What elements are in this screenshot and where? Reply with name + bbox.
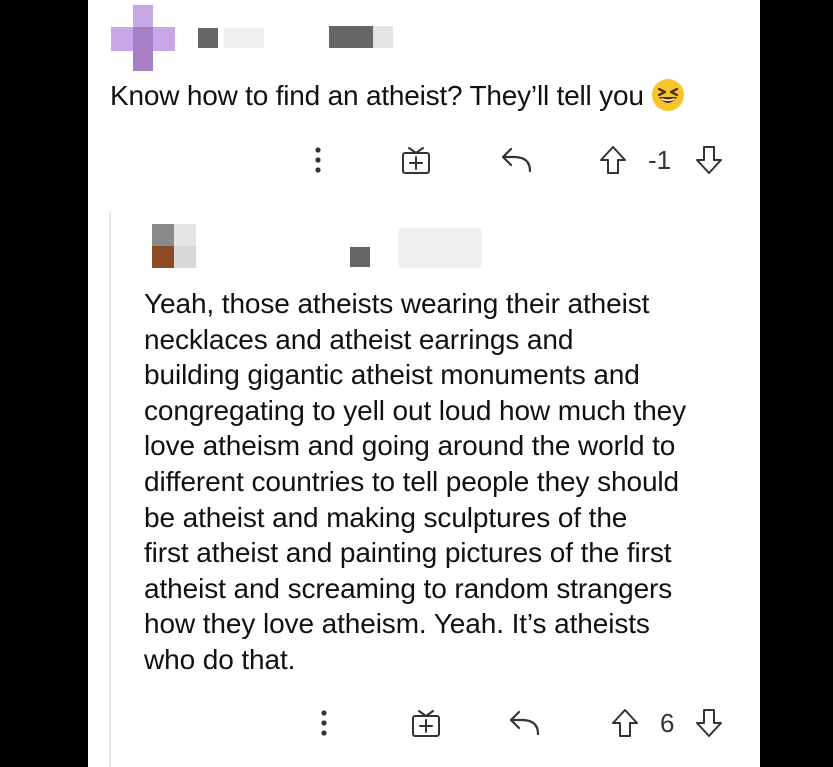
award-gift-icon[interactable]	[408, 706, 444, 740]
comment-screenshot: Know how to find an atheist? They’ll tel…	[88, 0, 760, 767]
reply-line: building gigantic atheist monuments and	[144, 359, 640, 391]
timestamp-redacted-block	[373, 26, 393, 48]
reply-line: different countries to tell people they …	[144, 465, 680, 497]
timestamp-redacted	[329, 26, 373, 48]
reply-line: atheist and screaming to random stranger…	[144, 572, 673, 604]
reply-line: first atheist and painting pictures of t…	[144, 537, 672, 569]
reply-avatar[interactable]	[152, 224, 198, 268]
vote-score: -1	[648, 145, 672, 175]
grinning-squinting-face-icon	[651, 79, 684, 111]
username-redacted-block	[224, 28, 264, 48]
reply-arrow-icon[interactable]	[506, 706, 542, 740]
reply-arrow-icon[interactable]	[498, 143, 534, 177]
upvote-arrow-icon[interactable]	[596, 143, 630, 177]
reply-action-bar: 6	[88, 706, 760, 740]
upvote-arrow-icon[interactable]	[608, 706, 642, 740]
username-redacted[interactable]	[198, 28, 218, 48]
reply-username-redacted[interactable]	[350, 247, 370, 267]
reply-line: how they love atheism. Yeah. It’s atheis…	[144, 608, 650, 640]
reply-line: Yeah, those atheists wearing their athei…	[144, 288, 650, 319]
reply-line: love atheism and going around the world …	[144, 430, 676, 462]
downvote-arrow-icon[interactable]	[692, 706, 726, 740]
reply-line: necklaces and atheist earrings and	[144, 323, 574, 355]
reply-body: Yeah, those atheists wearing their athei…	[144, 286, 754, 678]
downvote-arrow-icon[interactable]	[692, 143, 726, 177]
award-gift-icon[interactable]	[398, 143, 434, 177]
avatar[interactable]	[111, 5, 175, 71]
more-vertical-icon[interactable]	[314, 706, 334, 740]
comment-action-bar: -1	[88, 143, 760, 177]
comment-body: Know how to find an atheist? They’ll tel…	[110, 79, 684, 112]
reply-line: who do that.	[144, 643, 296, 675]
reply-line: be atheist and making sculptures of the	[144, 501, 628, 533]
reply-username-redacted-block	[398, 228, 482, 268]
reply-line: congregating to yell out loud how much t…	[144, 394, 687, 426]
thread-line[interactable]	[109, 212, 111, 767]
vote-score: 6	[660, 708, 675, 738]
comment-text: Know how to find an atheist? They’ll tel…	[110, 80, 644, 111]
more-vertical-icon[interactable]	[308, 143, 328, 177]
